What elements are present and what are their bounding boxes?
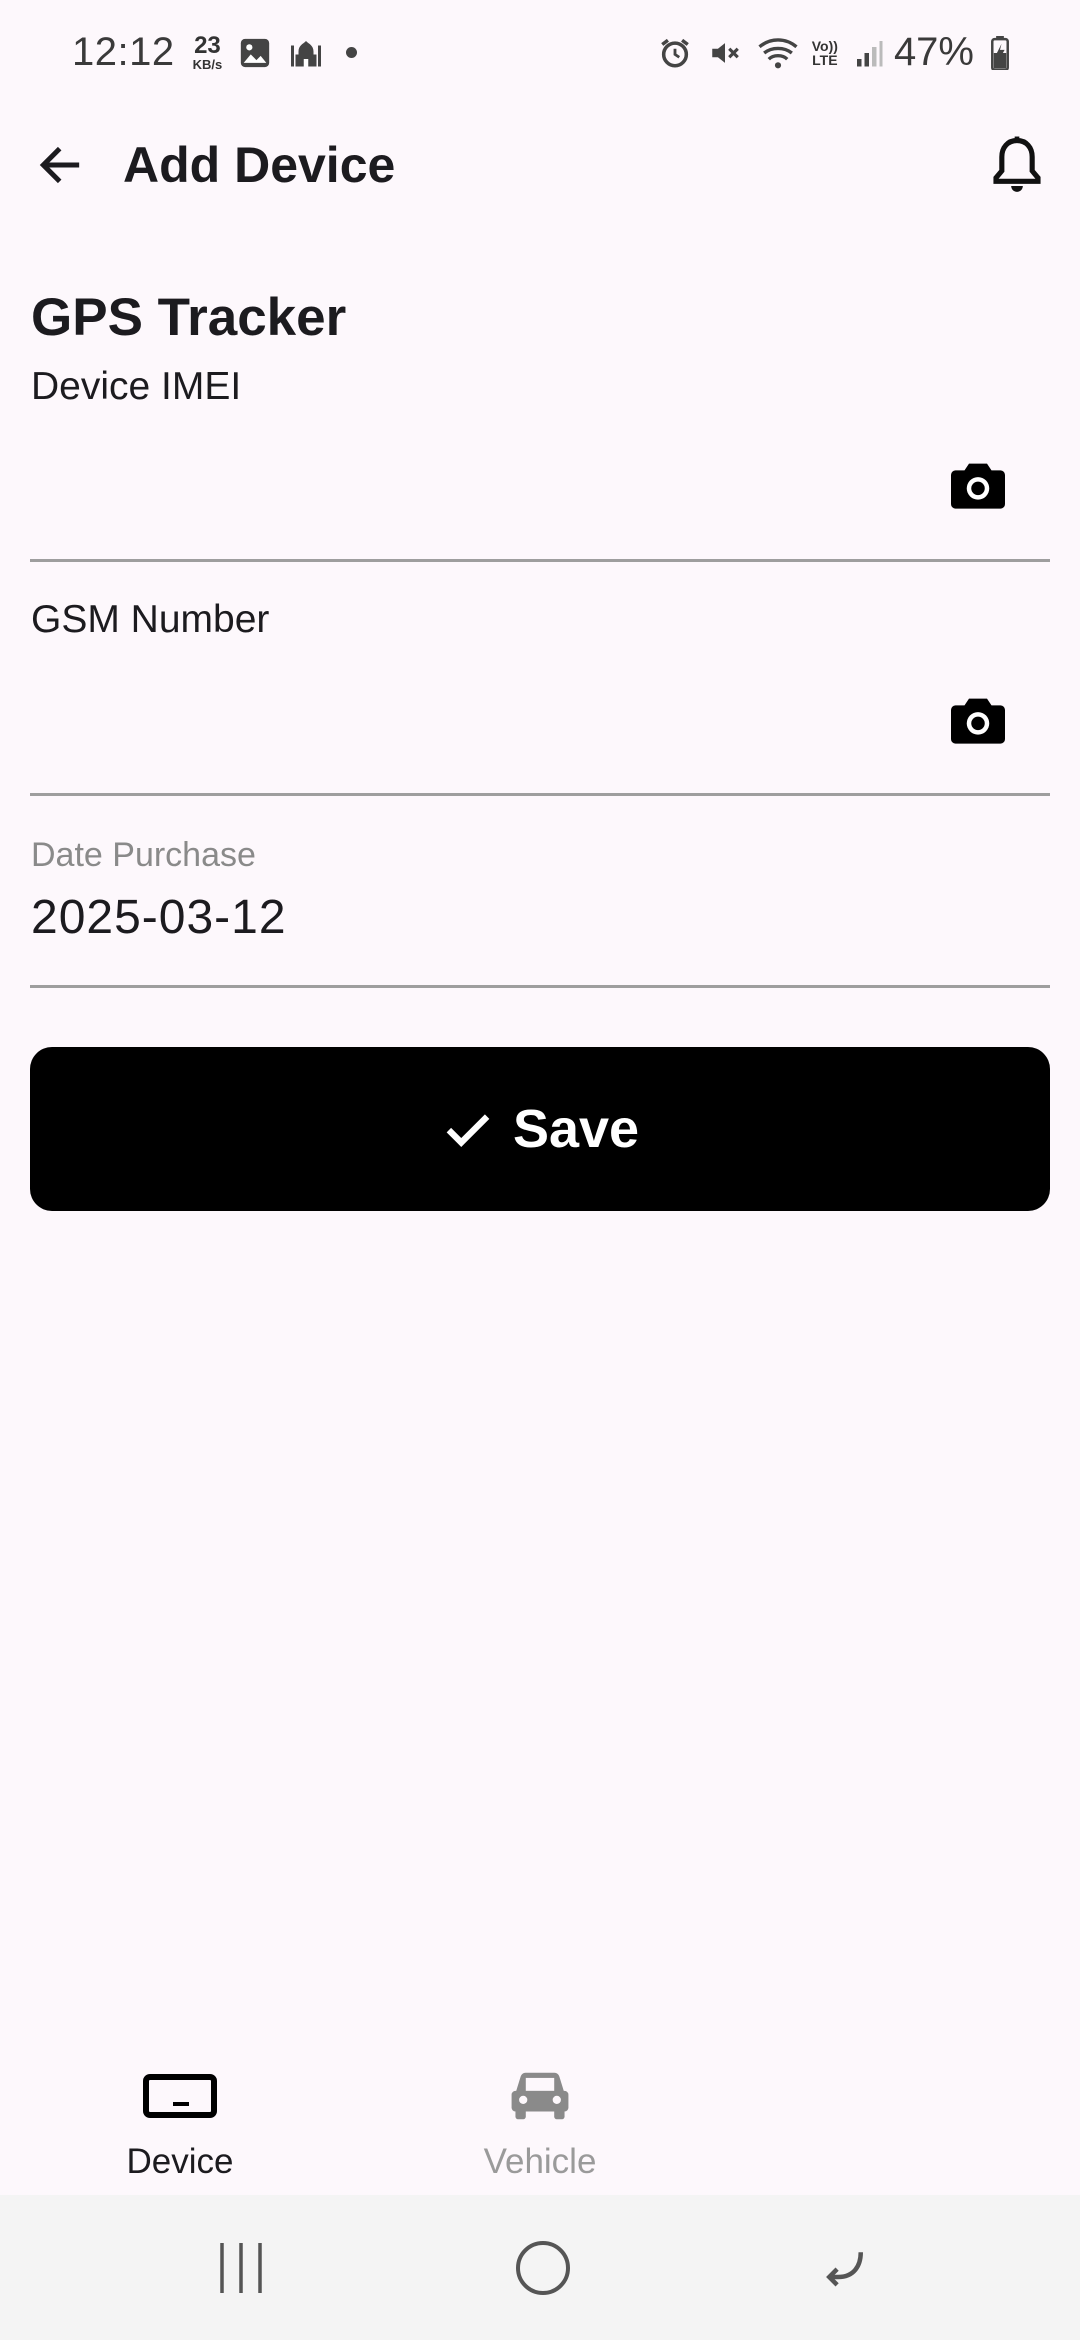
alarm-icon	[658, 36, 692, 70]
gsm-underline	[30, 793, 1050, 796]
camera-icon	[951, 698, 1005, 744]
nav-label-vehicle: Vehicle	[483, 2142, 597, 2181]
system-nav-bar	[0, 2195, 1080, 2340]
notifications-button[interactable]	[984, 132, 1050, 198]
date-purchase-field[interactable]: Date Purchase 2025-03-12	[30, 830, 1050, 990]
recents-button[interactable]	[141, 2195, 341, 2340]
back-nav-button[interactable]	[745, 2195, 945, 2340]
lte-label: LTE	[812, 51, 838, 68]
gsm-field: GSM Number	[30, 595, 1050, 800]
bottom-nav: Device Vehicle	[0, 2030, 1080, 2195]
save-button[interactable]: Save	[30, 1047, 1050, 1211]
imei-underline	[30, 559, 1050, 562]
device-icon	[143, 2066, 217, 2126]
mosque-icon	[288, 36, 324, 70]
signal-icon	[854, 38, 884, 68]
section-title: GPS Tracker	[31, 288, 347, 347]
gsm-input[interactable]	[30, 695, 930, 755]
volte-label: Vo))	[811, 37, 838, 54]
date-purchase-value[interactable]: 2025-03-12	[31, 890, 287, 945]
page-title: Add Device	[123, 137, 396, 193]
date-purchase-label: Date Purchase	[31, 836, 256, 874]
nav-item-device[interactable]: Device	[0, 2030, 360, 2195]
home-button[interactable]	[443, 2195, 643, 2340]
status-left: 12:12 23 KB/s	[72, 30, 358, 75]
nav-label-device: Device	[126, 2142, 234, 2181]
nav-item-vehicle[interactable]: Vehicle	[360, 2030, 720, 2195]
app-bar: Add Device	[0, 120, 1080, 210]
status-time: 12:12	[72, 30, 175, 74]
gallery-icon	[238, 36, 272, 70]
mute-icon	[708, 36, 742, 70]
status-bar: 12:12 23 KB/s Vo)) LTE 47%	[0, 0, 1080, 105]
status-right: Vo)) LTE 47%	[642, 30, 1010, 75]
car-icon	[509, 2066, 571, 2126]
home-icon	[516, 2240, 570, 2295]
battery-percent: 47%	[893, 30, 974, 74]
volte-indicator: Vo)) LTE	[812, 39, 838, 67]
network-speed-unit: KB/s	[192, 57, 223, 72]
save-label: Save	[512, 1099, 640, 1159]
back-button[interactable]	[30, 138, 90, 192]
network-speed-value: 23	[194, 32, 221, 59]
network-speed: 23 KB/s	[192, 32, 223, 72]
check-icon	[446, 1114, 490, 1147]
imei-label: Device IMEI	[31, 365, 242, 408]
imei-input[interactable]	[30, 460, 930, 520]
date-purchase-underline	[30, 985, 1050, 988]
recents-icon	[220, 2242, 262, 2293]
notification-dot	[346, 47, 358, 58]
arrow-back-icon	[39, 146, 80, 184]
gsm-label: GSM Number	[31, 598, 270, 641]
gsm-scan-button[interactable]	[950, 695, 1006, 745]
imei-scan-button[interactable]	[950, 460, 1006, 510]
imei-field: Device IMEI	[30, 360, 1050, 565]
back-nav-icon	[826, 2251, 863, 2286]
camera-icon	[951, 463, 1005, 509]
battery-icon	[990, 35, 1010, 70]
wifi-icon	[758, 36, 798, 70]
bell-icon	[993, 136, 1041, 192]
